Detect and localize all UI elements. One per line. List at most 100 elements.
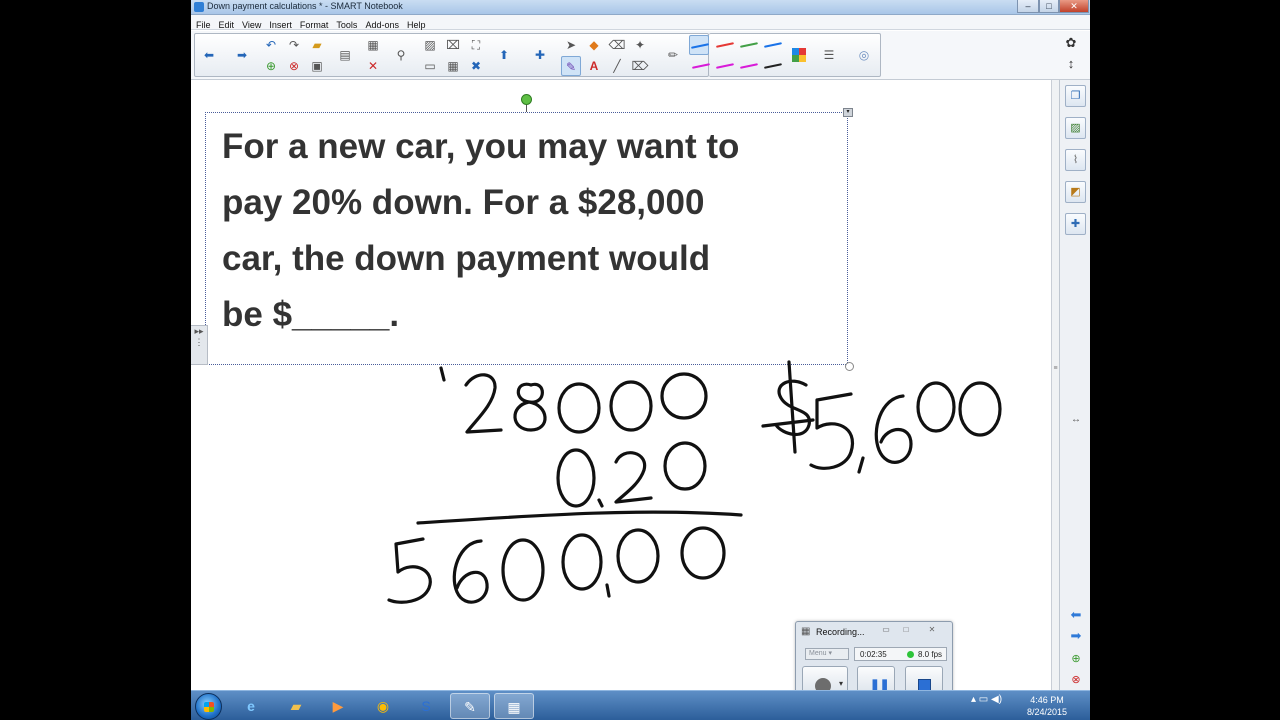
- recorder-minimize-button[interactable]: ▭: [878, 625, 894, 636]
- window-title: Down payment calculations * - SMART Note…: [207, 1, 403, 11]
- menu-format[interactable]: Format: [296, 18, 333, 32]
- menu-file[interactable]: File: [191, 18, 215, 32]
- fill-icon[interactable]: ◎: [854, 45, 874, 65]
- move-toolbar-icon[interactable]: ↕: [1060, 54, 1082, 74]
- pencil-icon[interactable]: ✏: [663, 45, 683, 65]
- screen-shade-icon[interactable]: ▤: [335, 45, 355, 65]
- scroll-grip-icon[interactable]: ≡: [1052, 365, 1059, 372]
- line-icon[interactable]: ╱: [607, 56, 627, 76]
- paste-icon[interactable]: ▦: [363, 35, 383, 55]
- pen-color-5[interactable]: [691, 56, 711, 76]
- full-screen-icon[interactable]: ⛶: [466, 35, 486, 55]
- pen-color-2[interactable]: [715, 35, 735, 55]
- clock-date: 8/24/2015: [1026, 707, 1068, 717]
- ink-digit-2: [464, 373, 503, 434]
- arrow-left-icon[interactable]: ⬅: [199, 45, 219, 65]
- menu-add-ons[interactable]: Add-ons: [361, 18, 403, 32]
- whiteboard-canvas[interactable]: For a new car, you may want to pay 20% d…: [191, 80, 1051, 690]
- magic-pen-icon[interactable]: ✦: [630, 35, 650, 55]
- title-bar: Down payment calculations * - SMART Note…: [191, 0, 1090, 15]
- pen-icon[interactable]: ✎: [561, 56, 581, 76]
- close-object-icon[interactable]: ✖: [466, 56, 486, 76]
- recorder-maximize-button[interactable]: □: [898, 625, 914, 636]
- smart-notebook-icon[interactable]: ✎: [450, 693, 490, 719]
- undo-icon[interactable]: ↶: [261, 35, 281, 55]
- sidebar-move-icon[interactable]: ↔: [1066, 412, 1086, 428]
- add-ons-icon[interactable]: ✚: [530, 45, 550, 65]
- smart-s-icon[interactable]: S: [406, 693, 446, 719]
- eraser-icon[interactable]: ⌦: [630, 56, 650, 76]
- ink-digit-0: [663, 441, 707, 491]
- recorder-status: 0:02:35 8.0 fps: [854, 647, 947, 661]
- ink-digit-0: [680, 526, 726, 580]
- recorder-taskbar-icon[interactable]: ▦: [494, 693, 534, 719]
- media-player-icon[interactable]: ▶: [318, 693, 358, 719]
- document-camera-icon[interactable]: ⚲: [391, 45, 411, 65]
- menu-tools[interactable]: Tools: [332, 18, 361, 32]
- pen-color-7[interactable]: [739, 56, 759, 76]
- pointer-icon[interactable]: ➤: [561, 35, 581, 55]
- ink-digit-0: [556, 448, 596, 508]
- page-sorter-icon[interactable]: ❐: [1065, 85, 1086, 107]
- ink-underline: [416, 510, 743, 525]
- ink-decimal-point: [597, 498, 604, 508]
- menu-insert[interactable]: Insert: [265, 18, 296, 32]
- menu-help[interactable]: Help: [403, 18, 430, 32]
- internet-explorer-icon[interactable]: e: [231, 693, 271, 719]
- toolbar-pen-group: ☰ ◎: [691, 33, 881, 77]
- save-icon[interactable]: ▣: [307, 56, 327, 76]
- pen-color-4[interactable]: [763, 35, 783, 55]
- clock-time: 4:46 PM: [1030, 695, 1064, 705]
- text-icon[interactable]: A: [584, 56, 604, 76]
- chrome-icon[interactable]: ◉: [363, 693, 403, 719]
- response-icon[interactable]: ⬆: [494, 45, 514, 65]
- pen-color-8[interactable]: [763, 56, 783, 76]
- add-page-icon[interactable]: ⊕: [1066, 651, 1086, 667]
- close-button[interactable]: ✕: [1059, 0, 1089, 13]
- maximize-button[interactable]: □: [1039, 0, 1059, 13]
- pen-color-3[interactable]: [739, 35, 759, 55]
- next-page-icon[interactable]: ➡: [1066, 628, 1086, 644]
- side-panel-pull-tab[interactable]: ▸▸ ⋮: [191, 325, 208, 365]
- recorder-menu-dropdown[interactable]: Menu ▾: [805, 648, 849, 660]
- screen: Down payment calculations * - SMART Note…: [191, 0, 1090, 720]
- properties-icon[interactable]: ◩: [1065, 181, 1086, 203]
- system-tray[interactable]: ▴ ▭ ◀): [971, 694, 1002, 705]
- ink-digit-0: [616, 528, 660, 584]
- ink-dollar-bars: [761, 360, 815, 454]
- add-page-icon[interactable]: ⊕: [261, 56, 281, 76]
- arrow-right-icon[interactable]: ➡: [232, 45, 252, 65]
- clock[interactable]: 4:46 PM 8/24/2015: [1023, 694, 1071, 718]
- line-properties-icon[interactable]: ☰: [819, 45, 839, 65]
- delete-page-icon[interactable]: ⊗: [284, 56, 304, 76]
- redo-icon[interactable]: ↷: [284, 35, 304, 55]
- palette-icon[interactable]: [792, 48, 806, 62]
- taskbar: e ▰ ▶ ◉ S ✎ ▦ ▴ ▭ ◀) 4:46 PM 8/24/2015: [191, 690, 1090, 720]
- prev-page-icon[interactable]: ⬅: [1066, 607, 1086, 623]
- delete-icon[interactable]: ✕: [363, 56, 383, 76]
- page-width-icon[interactable]: ▭: [420, 56, 440, 76]
- settings-icon[interactable]: ✿: [1060, 33, 1082, 53]
- menu-view[interactable]: View: [238, 18, 265, 32]
- vertical-scrollbar[interactable]: ≡: [1051, 80, 1059, 690]
- shape-icon[interactable]: ◆: [584, 35, 604, 55]
- chevron-down-icon[interactable]: ▾: [839, 679, 843, 688]
- menu-edit[interactable]: Edit: [215, 18, 239, 32]
- minimize-button[interactable]: –: [1017, 0, 1039, 13]
- eraser-tool-icon[interactable]: ⌫: [607, 35, 627, 55]
- attachments-icon[interactable]: ⌇: [1065, 149, 1086, 171]
- capture-icon[interactable]: ▨: [420, 35, 440, 55]
- delete-page-icon[interactable]: ⊗: [1066, 672, 1086, 688]
- pen-color-6[interactable]: [715, 56, 735, 76]
- folder-icon[interactable]: ▰: [307, 35, 327, 55]
- pen-color-1[interactable]: [689, 35, 710, 55]
- file-explorer-icon[interactable]: ▰: [276, 693, 316, 719]
- add-ons-icon[interactable]: ✚: [1065, 213, 1086, 235]
- start-button[interactable]: [195, 693, 222, 720]
- recorder-close-button[interactable]: ✕: [924, 625, 940, 636]
- ink-digit-6: [874, 394, 913, 464]
- table-icon[interactable]: ▦: [443, 56, 463, 76]
- screen-capture-icon[interactable]: ⌧: [443, 35, 463, 55]
- ink-digit-0: [501, 538, 545, 602]
- gallery-icon[interactable]: ▨: [1065, 117, 1086, 139]
